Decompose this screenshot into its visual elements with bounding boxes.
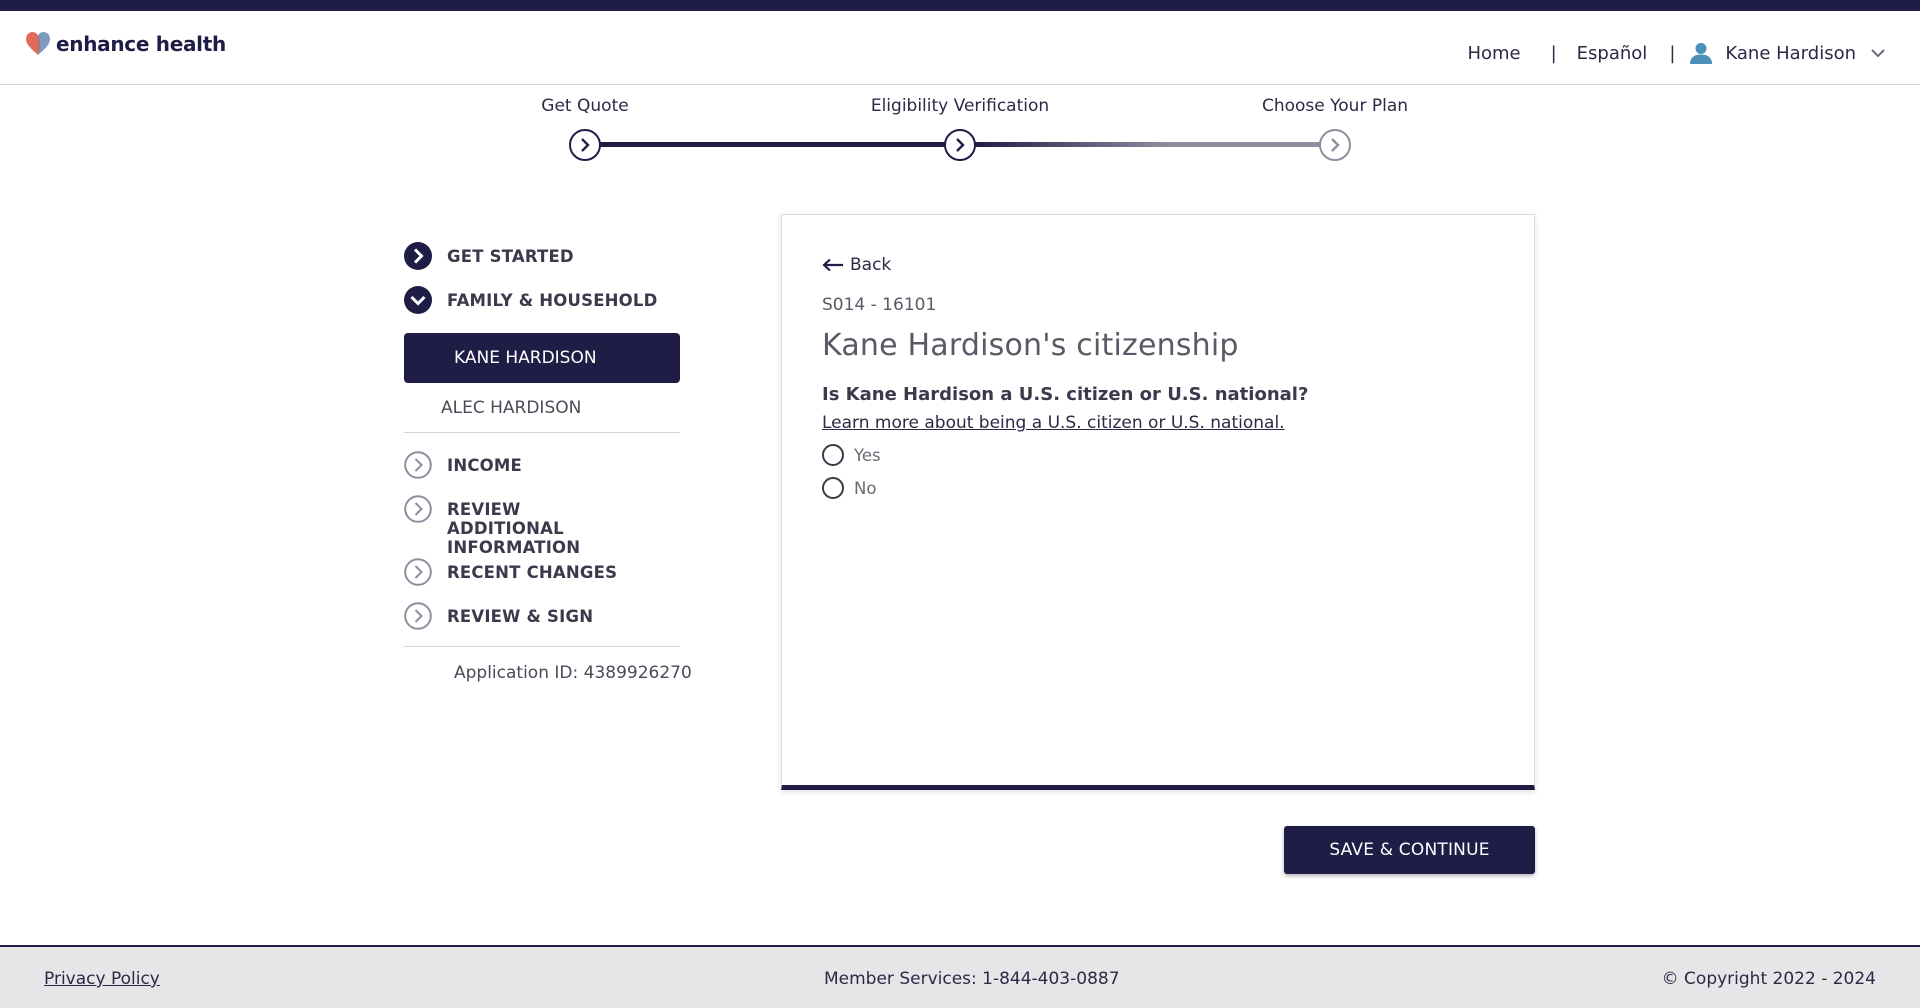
site-footer: Privacy Policy Member Services: 1-844-40… xyxy=(0,945,1920,1008)
application-sidebar: GET STARTED FAMILY & HOUSEHOLD KANE HARD… xyxy=(404,242,692,683)
sidebar-item-get-started[interactable]: GET STARTED xyxy=(404,242,680,286)
heart-logo-icon xyxy=(26,32,50,55)
chevron-right-outline-icon xyxy=(404,495,432,523)
nav-separator: | xyxy=(1550,42,1557,64)
radio-yes[interactable] xyxy=(822,444,844,466)
chevron-right-icon xyxy=(956,138,965,152)
logo-text: enhance health xyxy=(56,32,226,56)
radio-label-yes: Yes xyxy=(854,445,881,465)
sidebar-item-recent-changes[interactable]: RECENT CHANGES xyxy=(404,558,680,602)
sidebar-item-review-additional[interactable]: REVIEW ADDITIONAL INFORMATION xyxy=(404,495,680,558)
sidebar-item-review-sign[interactable]: REVIEW & SIGN xyxy=(404,602,680,646)
sidebar-item-label: RECENT CHANGES xyxy=(447,563,618,582)
step-label-eligibility: Eligibility Verification xyxy=(870,96,1050,116)
sidebar-item-label: INCOME xyxy=(447,456,522,475)
sidebar-item-label: GET STARTED xyxy=(447,247,574,266)
chevron-right-icon xyxy=(581,138,590,152)
sidebar-item-label: REVIEW ADDITIONAL INFORMATION xyxy=(447,500,581,557)
chevron-right-outline-icon xyxy=(404,558,432,586)
step-label-get-quote: Get Quote xyxy=(541,96,629,116)
step-eligibility[interactable] xyxy=(944,129,976,161)
user-menu-name[interactable]: Kane Hardison xyxy=(1725,43,1856,64)
radio-no[interactable] xyxy=(822,477,844,499)
step-choose-plan[interactable] xyxy=(1319,129,1351,161)
radio-option-no[interactable]: No xyxy=(822,477,876,499)
site-header: enhance health Home | Español | Kane Har… xyxy=(0,11,1920,85)
language-link[interactable]: Español xyxy=(1577,43,1648,64)
member-services-phone: Member Services: 1-844-403-0887 xyxy=(824,969,1120,989)
step-get-quote[interactable] xyxy=(569,129,601,161)
sidebar-divider xyxy=(404,646,680,647)
sidebar-section-list: INCOME REVIEW ADDITIONAL INFORMATION REC… xyxy=(404,451,680,646)
arrow-left-icon xyxy=(822,258,843,272)
top-nav: Home | Español | Kane Hardison xyxy=(1467,41,1886,65)
chevron-right-outline-icon xyxy=(404,602,432,630)
sidebar-item-income[interactable]: INCOME xyxy=(404,451,680,495)
step-label-choose-plan: Choose Your Plan xyxy=(1261,96,1409,116)
progress-tracker: Get Quote Eligibility Verification Choos… xyxy=(0,85,1920,175)
sidebar-item-label: REVIEW & SIGN xyxy=(447,607,594,626)
chevron-right-icon xyxy=(1331,138,1340,152)
user-icon[interactable] xyxy=(1689,41,1713,65)
application-id: Application ID: 4389926270 xyxy=(454,663,692,683)
radio-label-no: No xyxy=(854,478,877,498)
privacy-policy-link[interactable]: Privacy Policy xyxy=(44,969,160,989)
chevron-down-filled-icon xyxy=(404,286,432,314)
citizenship-form-card: Back S014 - 16101 Kane Hardison's citize… xyxy=(781,214,1535,790)
page-title: Kane Hardison's citizenship xyxy=(822,328,1239,363)
save-continue-button[interactable]: SAVE & CONTINUE xyxy=(1284,826,1535,874)
radio-option-yes[interactable]: Yes xyxy=(822,444,881,466)
screen-code: S014 - 16101 xyxy=(822,295,937,315)
learn-more-link[interactable]: Learn more about being a U.S. citizen or… xyxy=(822,413,1285,433)
logo[interactable]: enhance health xyxy=(25,31,226,57)
sidebar-item-label: FAMILY & HOUSEHOLD xyxy=(447,291,658,310)
back-label: Back xyxy=(850,255,892,275)
citizenship-question: Is Kane Hardison a U.S. citizen or U.S. … xyxy=(822,384,1309,405)
sidebar-member-kane-hardison[interactable]: KANE HARDISON xyxy=(404,333,680,383)
chevron-right-outline-icon xyxy=(404,451,432,479)
home-link[interactable]: Home xyxy=(1467,43,1520,64)
copyright-notice: © Copyright 2022 - 2024 xyxy=(1661,969,1876,989)
sidebar-member-alec-hardison[interactable]: ALEC HARDISON xyxy=(404,383,680,433)
nav-separator: | xyxy=(1669,42,1676,64)
chevron-right-filled-icon xyxy=(404,242,432,270)
back-link[interactable]: Back xyxy=(822,255,891,275)
top-accent-bar xyxy=(0,0,1920,11)
sidebar-item-family-household[interactable]: FAMILY & HOUSEHOLD xyxy=(404,286,680,330)
chevron-down-icon[interactable] xyxy=(1870,48,1886,58)
